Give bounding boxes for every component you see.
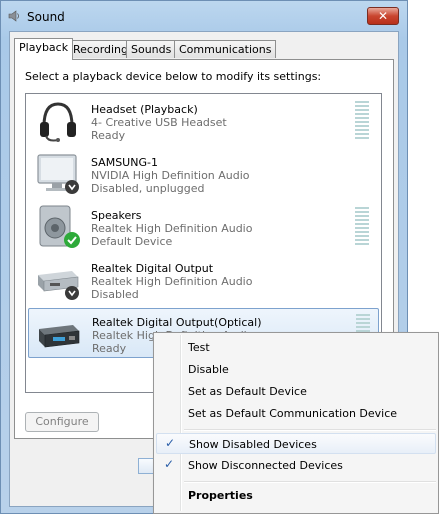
tab-sounds[interactable]: Sounds (126, 40, 177, 58)
optical-output-icon (39, 325, 80, 348)
tab-label: Communications (179, 43, 272, 56)
device-status: Disabled (91, 288, 139, 301)
menu-item-test[interactable]: Test (156, 337, 436, 358)
device-name: Realtek Digital Output (91, 262, 214, 275)
device-description: Realtek High Definition Audio (91, 275, 253, 288)
menu-item-set-default-communication[interactable]: Set as Default Communication Device (156, 403, 436, 424)
device-description: 4- Creative USB Headset (91, 116, 227, 129)
device-item-samsung[interactable]: SAMSUNG-1 NVIDIA High Definition Audio D… (28, 149, 379, 199)
device-name: SAMSUNG-1 (91, 156, 158, 169)
tab-recording[interactable]: Recording (68, 40, 134, 58)
menu-item-label: Set as Default Device (188, 385, 307, 398)
device-item-digital-output[interactable]: Realtek Digital Output Realtek High Defi… (28, 255, 379, 305)
device-status: Disabled, unplugged (91, 182, 205, 195)
device-description: Realtek High Definition Audio (91, 222, 253, 235)
tab-label: Sounds (131, 43, 172, 56)
menu-separator (184, 429, 436, 431)
menu-item-properties[interactable]: Properties (156, 485, 436, 506)
device-status: Ready (91, 129, 126, 142)
tab-communications[interactable]: Communications (174, 40, 277, 58)
checkmark-icon: ✓ (163, 457, 175, 471)
tab-label: Playback (19, 41, 69, 54)
level-meter (355, 101, 369, 141)
window-title: Sound (27, 10, 65, 24)
menu-item-label: Set as Default Communication Device (188, 407, 398, 420)
checkmark-icon: ✓ (164, 436, 176, 450)
close-button[interactable]: ✕ (367, 7, 399, 25)
device-name: Headset (Playback) (91, 103, 198, 116)
menu-item-set-default[interactable]: Set as Default Device (156, 381, 436, 402)
tab-playback[interactable]: Playback (14, 38, 74, 60)
monitor-icon (37, 154, 79, 194)
device-name: Speakers (91, 209, 142, 222)
menu-item-show-disconnected[interactable]: ✓ Show Disconnected Devices (156, 455, 436, 476)
headset-icon (40, 102, 76, 142)
device-status: Default Device (91, 235, 173, 248)
menu-item-label: Disable (188, 363, 229, 376)
level-meter (355, 207, 369, 247)
menu-item-label: Show Disconnected Devices (188, 459, 343, 472)
device-status: Ready (92, 342, 127, 355)
menu-separator (184, 481, 436, 483)
menu-item-label: Show Disabled Devices (189, 438, 317, 451)
menu-item-label: Test (188, 341, 210, 354)
tab-label: Recording (73, 43, 129, 56)
speaker-icon (39, 205, 80, 248)
menu-item-show-disabled[interactable]: ✓ Show Disabled Devices (156, 433, 436, 454)
menu-item-label: Properties (188, 489, 253, 502)
device-name: Realtek Digital Output(Optical) (92, 316, 262, 329)
title-bar[interactable]: Sound ✕ (1, 1, 407, 31)
digital-output-icon (38, 271, 79, 300)
device-description: NVIDIA High Definition Audio (91, 169, 250, 182)
device-item-headset[interactable]: Headset (Playback) 4- Creative USB Heads… (28, 96, 379, 146)
instruction-text: Select a playback device below to modify… (25, 70, 322, 83)
device-item-speakers[interactable]: Speakers Realtek High Definition Audio D… (28, 202, 379, 252)
menu-item-disable[interactable]: Disable (156, 359, 436, 380)
context-menu: Test Disable Set as Default Device Set a… (153, 332, 439, 514)
close-icon: ✕ (377, 9, 389, 23)
configure-button[interactable]: Configure (25, 412, 99, 432)
speaker-title-icon (8, 10, 19, 22)
